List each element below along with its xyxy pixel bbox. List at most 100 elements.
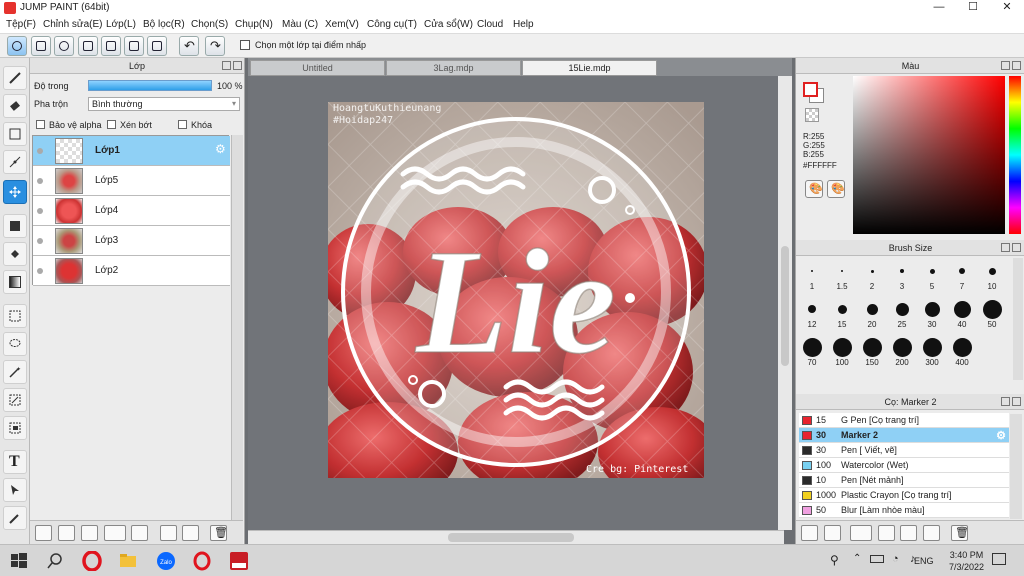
- select-pen-tool[interactable]: [3, 388, 27, 412]
- battery-icon[interactable]: [870, 555, 884, 563]
- brush-size-dot[interactable]: [892, 337, 912, 357]
- search-icon[interactable]: [45, 551, 65, 571]
- tab-15lie[interactable]: 15Lie.mdp: [522, 60, 657, 76]
- tool-list-item[interactable]: 30 Pen [ Viết, vẽ]: [799, 443, 1009, 458]
- brush-size-dot[interactable]: [959, 268, 965, 274]
- redo-button[interactable]: ↷: [205, 36, 225, 56]
- panel-close-icon[interactable]: [1012, 243, 1021, 252]
- export-button[interactable]: [31, 36, 51, 56]
- brush-size-dot[interactable]: [929, 268, 935, 274]
- detach-icon[interactable]: [1001, 243, 1010, 252]
- saturation-value-picker[interactable]: [853, 76, 1005, 234]
- tool-export-button[interactable]: [878, 525, 895, 541]
- detach-icon[interactable]: [1001, 397, 1010, 406]
- opera-gx-icon[interactable]: [192, 551, 212, 571]
- opacity-slider[interactable]: [88, 80, 212, 91]
- bucket-tool[interactable]: [3, 242, 27, 266]
- eyedropper-tool[interactable]: [3, 506, 27, 530]
- tool-scrollbar[interactable]: [1010, 414, 1022, 519]
- tool-list-item[interactable]: 50 Blur [Làm nhòe màu]: [799, 503, 1009, 518]
- maximize-button[interactable]: ☐: [956, 0, 990, 16]
- vscroll-thumb[interactable]: [781, 246, 789, 366]
- chevron-up-icon[interactable]: ⌃: [853, 553, 861, 564]
- add-layer-menu-button[interactable]: [104, 525, 126, 541]
- gear-icon[interactable]: ⚙: [996, 429, 1006, 442]
- brush-size-dot[interactable]: [811, 270, 813, 272]
- close-button[interactable]: ✕: [990, 0, 1024, 16]
- checklist-button[interactable]: [147, 36, 167, 56]
- brush-size-dot[interactable]: [841, 270, 843, 272]
- brush-size-dot[interactable]: [808, 305, 816, 313]
- hue-slider[interactable]: [1009, 76, 1021, 234]
- select-layer-checkbox[interactable]: [240, 40, 250, 50]
- menu-color[interactable]: Màu (C): [282, 19, 318, 30]
- brush-size-dot[interactable]: [895, 302, 909, 316]
- protect-alpha-checkbox[interactable]: [36, 120, 45, 129]
- undo-button[interactable]: ↶: [179, 36, 199, 56]
- layer-row[interactable]: Lớp3: [33, 226, 230, 256]
- brush-size-dot[interactable]: [866, 303, 878, 315]
- visibility-icon[interactable]: [37, 268, 43, 274]
- minimize-button[interactable]: —: [922, 0, 956, 16]
- brush-size-dot[interactable]: [870, 269, 874, 273]
- layout-button[interactable]: [124, 36, 144, 56]
- brush-size-dot[interactable]: [862, 337, 882, 357]
- brush-size-dot[interactable]: [924, 301, 940, 317]
- menu-layer[interactable]: Lớp(L): [106, 19, 136, 30]
- eraser-tool[interactable]: [3, 94, 27, 118]
- note-button[interactable]: [78, 36, 98, 56]
- windows-start-icon[interactable]: [9, 551, 29, 571]
- vertical-scrollbar[interactable]: [778, 76, 792, 530]
- menu-view[interactable]: Xem(V): [325, 19, 359, 30]
- magic-wand-tool[interactable]: ✦: [3, 360, 27, 384]
- brush-size-dot[interactable]: [802, 337, 822, 357]
- jump-paint-icon[interactable]: [229, 551, 249, 571]
- clock[interactable]: 3:40 PM 7/3/2022: [949, 549, 984, 573]
- text-tool[interactable]: T: [3, 450, 27, 474]
- tool-folder-button[interactable]: [900, 525, 917, 541]
- panel-close-icon[interactable]: [233, 61, 242, 70]
- new-layer-button[interactable]: [35, 525, 52, 541]
- gear-icon[interactable]: ⚙: [215, 143, 227, 155]
- layer-scrollbar[interactable]: [231, 135, 243, 530]
- detach-icon[interactable]: [222, 61, 231, 70]
- layer-row[interactable]: Lớp2: [33, 256, 230, 286]
- add-tool-button[interactable]: [801, 525, 818, 541]
- brush-size-dot[interactable]: [952, 337, 972, 357]
- menu-tools[interactable]: Công cụ(T): [367, 19, 417, 30]
- tool-duplicate-button[interactable]: [923, 525, 940, 541]
- line-tool[interactable]: [3, 150, 27, 174]
- primary-color-swatch[interactable]: [803, 82, 818, 97]
- visibility-icon[interactable]: [37, 178, 43, 184]
- people-icon[interactable]: ⚲: [830, 553, 839, 567]
- select-rect-tool[interactable]: [3, 304, 27, 328]
- palette-settings-button[interactable]: 🎨: [827, 180, 845, 198]
- tool-settings-button[interactable]: [824, 525, 841, 541]
- menu-window[interactable]: Cửa sổ(W): [424, 19, 473, 30]
- hscroll-thumb[interactable]: [448, 533, 574, 542]
- blend-mode-select[interactable]: Bình thường ▾: [88, 97, 240, 111]
- visibility-icon[interactable]: [37, 238, 43, 244]
- tool-list-item[interactable]: 10 Pen [Nét mảnh]: [799, 473, 1009, 488]
- layer-row[interactable]: Lớp1 ⚙: [33, 136, 230, 166]
- detach-icon[interactable]: [1001, 61, 1010, 70]
- clipping-checkbox[interactable]: [107, 120, 116, 129]
- brush-size-dot[interactable]: [832, 337, 852, 357]
- duplicate-layer-button[interactable]: [160, 525, 177, 541]
- brush-size-dot[interactable]: [982, 299, 1002, 319]
- notification-icon[interactable]: [992, 553, 1006, 565]
- network-icon[interactable]: ◔: [892, 553, 899, 565]
- visibility-icon[interactable]: [37, 208, 43, 214]
- visibility-icon[interactable]: [37, 148, 43, 154]
- menu-file[interactable]: Tệp(F): [6, 19, 36, 30]
- menu-select[interactable]: Chọn(S): [191, 19, 228, 30]
- menu-cloud[interactable]: Cloud: [477, 19, 503, 30]
- transparent-swatch[interactable]: [805, 108, 819, 122]
- brush-size-dot[interactable]: [953, 300, 971, 318]
- tool-list-item[interactable]: 15 G Pen [Cọ trang trí]: [799, 413, 1009, 428]
- menu-edit[interactable]: Chỉnh sửa(E): [43, 19, 103, 30]
- layer-row[interactable]: Lớp4: [33, 196, 230, 226]
- tab-3lag[interactable]: 3Lag.mdp: [386, 60, 521, 76]
- lasso-tool[interactable]: [3, 332, 27, 356]
- brush-scrollbar[interactable]: [1013, 258, 1023, 380]
